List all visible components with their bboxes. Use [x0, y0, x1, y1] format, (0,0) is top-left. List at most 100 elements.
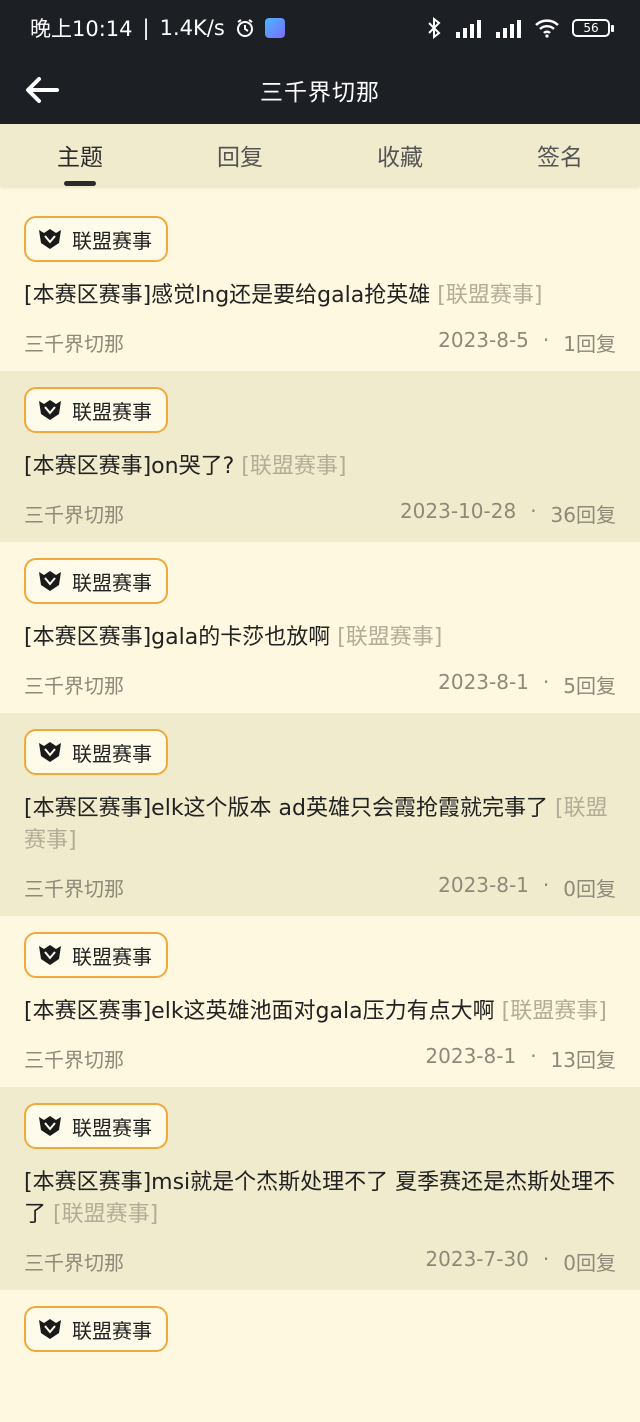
post-stats: 2023-8-5 · 1回复 — [438, 328, 616, 357]
category-label: 联盟赛事 — [72, 944, 152, 969]
battery-icon: 56 — [572, 19, 614, 37]
post-stats: 2023-8-1 · 0回复 — [438, 873, 616, 902]
league-logo-icon — [36, 941, 64, 969]
league-logo-icon — [36, 567, 64, 595]
signal-icon — [454, 18, 482, 38]
league-logo-icon — [36, 1112, 64, 1140]
post-item[interactable]: 联盟赛事 [本赛区赛事]elk这个版本 ad英雄只会霞抢霞就完事了 [联盟赛事]… — [0, 713, 640, 916]
post-author: 三千界切那 — [24, 1251, 124, 1275]
league-logo-icon — [36, 225, 64, 253]
category-badge[interactable]: 联盟赛事 — [24, 932, 168, 978]
status-right: 56 — [426, 17, 614, 39]
post-title-text: [本赛区赛事]gala的卡莎也放啊 — [24, 625, 331, 650]
post-meta: 三千界切那 2023-8-1 · 0回复 — [24, 873, 616, 902]
meta-separator: · — [542, 670, 550, 694]
post-item[interactable]: 联盟赛事 [本赛区赛事]msi就是个杰斯处理不了 夏季赛还是杰斯处理不了 [联盟… — [0, 1087, 640, 1290]
category-label: 联盟赛事 — [72, 741, 152, 766]
post-replies: 13回复 — [550, 1048, 616, 1072]
post-stats: 2023-10-28 · 36回复 — [400, 499, 616, 528]
post-date: 2023-10-28 — [399, 499, 517, 523]
category-badge[interactable]: 联盟赛事 — [24, 387, 168, 433]
post-item[interactable]: 联盟赛事 [本赛区赛事]elk这英雄池面对gala压力有点大啊 [联盟赛事] 三… — [0, 916, 640, 1087]
post-author: 三千界切那 — [24, 1048, 124, 1072]
post-date: 2023-8-1 — [438, 670, 529, 694]
post-author: 三千界切那 — [24, 332, 124, 356]
bluetooth-icon — [426, 17, 442, 39]
post-meta: 三千界切那 2023-8-1 · 13回复 — [24, 1044, 616, 1073]
post-title: [本赛区赛事]elk这英雄池面对gala压力有点大啊 [联盟赛事] — [24, 996, 616, 1028]
gallery-notification-icon — [264, 18, 285, 38]
category-badge[interactable]: 联盟赛事 — [24, 558, 168, 604]
post-title: [本赛区赛事]elk这个版本 ad英雄只会霞抢霞就完事了 [联盟赛事] — [24, 793, 616, 857]
post-tag: [联盟赛事] — [437, 283, 543, 308]
signal-2-icon — [494, 18, 522, 38]
wifi-icon — [534, 18, 560, 38]
post-date: 2023-8-5 — [438, 328, 529, 352]
post-item[interactable]: 联盟赛事 [本赛区赛事]gala的卡莎也放啊 [联盟赛事] 三千界切那 2023… — [0, 542, 640, 713]
post-stats: 2023-7-30 · 0回复 — [425, 1247, 616, 1276]
tab-signature[interactable]: 签名 — [480, 124, 640, 186]
league-logo-icon — [36, 738, 64, 766]
post-replies: 0回复 — [563, 877, 616, 901]
status-divider: | — [142, 16, 150, 40]
post-tag: [联盟赛事] — [53, 1202, 159, 1227]
category-label: 联盟赛事 — [72, 1318, 152, 1343]
post-author: 三千界切那 — [24, 503, 124, 527]
category-badge[interactable]: 联盟赛事 — [24, 729, 168, 775]
post-title: [本赛区赛事]gala的卡莎也放啊 [联盟赛事] — [24, 622, 616, 654]
league-logo-icon — [36, 396, 64, 424]
post-stats: 2023-8-1 · 13回复 — [425, 1044, 616, 1073]
post-title-text: [本赛区赛事]on哭了? — [24, 454, 235, 479]
post-item[interactable]: 联盟赛事 [本赛区赛事]感觉lng还是要给gala抢英雄 [联盟赛事] 三千界切… — [0, 200, 640, 371]
post-title-text: [本赛区赛事]elk这英雄池面对gala压力有点大啊 — [24, 999, 495, 1024]
category-badge[interactable]: 联盟赛事 — [24, 1306, 168, 1352]
post-replies: 1回复 — [563, 332, 616, 356]
post-title: [本赛区赛事]on哭了? [联盟赛事] — [24, 451, 616, 483]
category-label: 联盟赛事 — [72, 228, 152, 253]
post-date: 2023-7-30 — [425, 1247, 529, 1271]
back-arrow-icon — [26, 77, 59, 103]
post-replies: 36回复 — [550, 503, 616, 527]
meta-separator: · — [530, 499, 537, 523]
title-bar: 三千界切那 — [0, 56, 640, 124]
meta-separator: · — [542, 873, 550, 897]
post-date: 2023-8-1 — [438, 873, 529, 897]
post-list: 联盟赛事 [本赛区赛事]感觉lng还是要给gala抢英雄 [联盟赛事] 三千界切… — [0, 186, 640, 1366]
post-replies: 0回复 — [563, 1251, 616, 1275]
tab-favorites[interactable]: 收藏 — [320, 124, 480, 186]
post-title: [本赛区赛事]msi就是个杰斯处理不了 夏季赛还是杰斯处理不了 [联盟赛事] — [24, 1167, 616, 1231]
post-title-text: [本赛区赛事]感觉lng还是要给gala抢英雄 — [24, 283, 431, 308]
post-meta: 三千界切那 2023-8-5 · 1回复 — [24, 328, 616, 357]
status-left: 晚上10:14 | 1.4K/s — [30, 13, 285, 43]
category-label: 联盟赛事 — [72, 570, 152, 595]
network-speed: 1.4K/s — [159, 16, 225, 40]
page-title: 三千界切那 — [260, 80, 380, 106]
status-time: 晚上10:14 — [30, 17, 133, 41]
back-button[interactable] — [22, 70, 62, 110]
post-stats: 2023-8-1 · 5回复 — [438, 670, 616, 699]
post-tag: [联盟赛事] — [241, 454, 347, 479]
category-badge[interactable]: 联盟赛事 — [24, 1103, 168, 1149]
tab-replies[interactable]: 回复 — [160, 124, 320, 186]
post-title-text: [本赛区赛事]elk这个版本 ad英雄只会霞抢霞就完事了 — [24, 796, 548, 821]
post-meta: 三千界切那 2023-8-1 · 5回复 — [24, 670, 616, 699]
post-author: 三千界切那 — [24, 877, 124, 901]
tab-bar: 主题 回复 收藏 签名 — [0, 124, 640, 186]
post-title: [本赛区赛事]感觉lng还是要给gala抢英雄 [联盟赛事] — [24, 280, 616, 312]
category-label: 联盟赛事 — [72, 1115, 152, 1140]
post-item[interactable]: 联盟赛事 [本赛区赛事]on哭了? [联盟赛事] 三千界切那 2023-10-2… — [0, 371, 640, 542]
post-replies: 5回复 — [563, 674, 616, 698]
post-tag: [联盟赛事] — [501, 999, 607, 1024]
post-meta: 三千界切那 2023-7-30 · 0回复 — [24, 1247, 616, 1276]
league-logo-icon — [36, 1315, 64, 1343]
post-author: 三千界切那 — [24, 674, 124, 698]
post-meta: 三千界切那 2023-10-28 · 36回复 — [24, 499, 616, 528]
post-date: 2023-8-1 — [425, 1044, 517, 1068]
post-tag: [联盟赛事] — [337, 625, 443, 650]
alarm-icon — [235, 18, 255, 38]
meta-separator: · — [542, 328, 550, 352]
post-item[interactable]: 联盟赛事 — [0, 1290, 640, 1366]
tab-topics[interactable]: 主题 — [0, 124, 160, 186]
category-badge[interactable]: 联盟赛事 — [24, 216, 168, 262]
status-bar: 晚上10:14 | 1.4K/s 56 — [0, 0, 640, 56]
